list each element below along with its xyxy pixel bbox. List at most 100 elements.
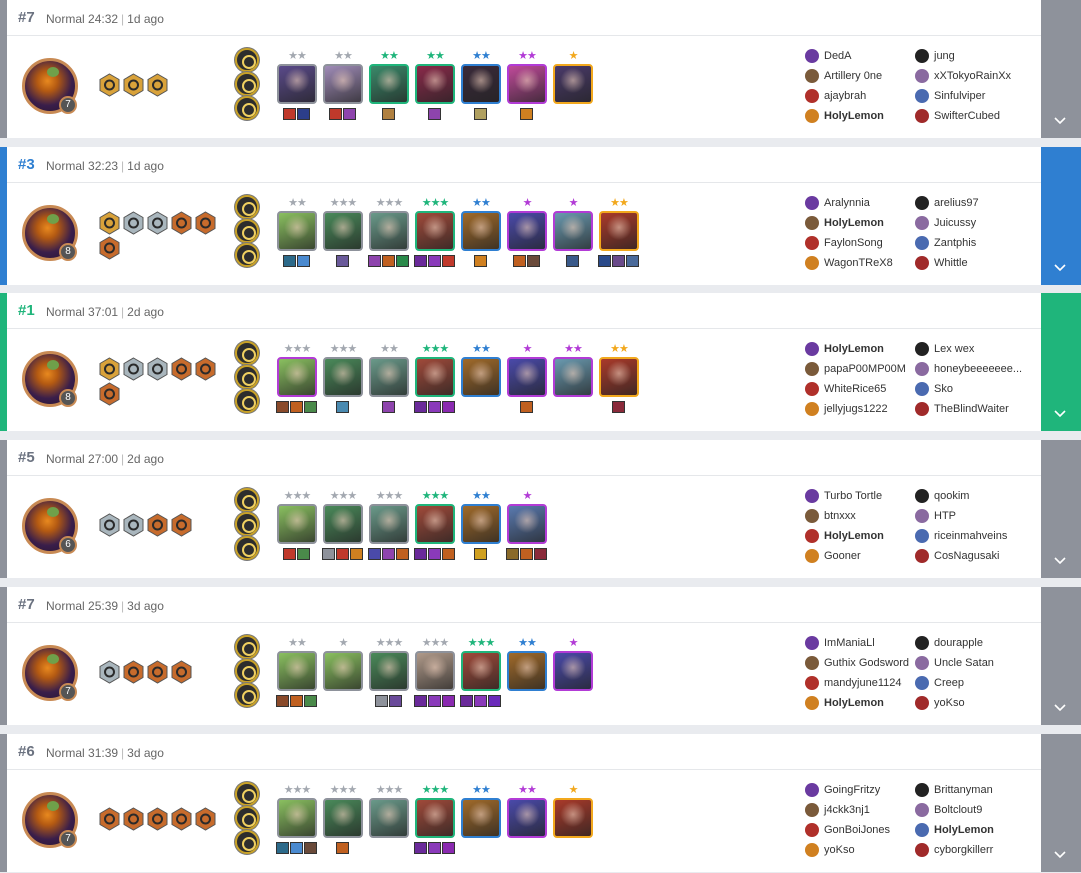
chevron-down-icon[interactable] [1052,846,1068,862]
bronze-hex-trait-icon[interactable] [123,660,144,684]
item-icon[interactable] [304,401,317,413]
item-icon[interactable] [414,548,427,560]
item-icon[interactable] [283,108,296,120]
lobby-player[interactable]: btnxxx [805,509,856,523]
item-icon[interactable] [283,255,296,267]
item-icon[interactable] [520,401,533,413]
item-icon[interactable] [322,548,335,560]
item-icon[interactable] [428,695,441,707]
item-icon[interactable] [276,695,289,707]
item-icon[interactable] [414,255,427,267]
item-icon[interactable] [442,401,455,413]
champion-portrait[interactable] [507,64,547,104]
lobby-player[interactable]: mandyjune1124 [805,676,901,690]
lobby-player[interactable]: CosNagusaki [915,549,999,563]
augment-icon[interactable] [235,341,259,365]
lobby-player[interactable]: TheBlindWaiter [915,402,1009,416]
lobby-player[interactable]: Juicussy [915,216,976,230]
champion-portrait[interactable] [415,651,455,691]
match-card[interactable]: #5 Normal 27:00 | 2d ago 6 ★★★ ★★★ ★★★ ★★★ ★★ ★ Tur… [0,440,1081,578]
augment-icon[interactable] [235,782,259,806]
lobby-player[interactable]: HolyLemon [805,216,884,230]
lobby-player[interactable]: WagonTReX8 [805,256,893,270]
champion-portrait[interactable] [461,504,501,544]
item-icon[interactable] [368,255,381,267]
champion-portrait[interactable] [277,651,317,691]
lobby-player[interactable]: Boltclout9 [915,803,982,817]
bronze-hex-trait-icon[interactable] [195,807,216,831]
lobby-player[interactable]: Guthix Godsword [805,656,909,670]
lobby-player[interactable]: papaP00MP00M [805,362,906,376]
bronze-hex-trait-icon[interactable] [171,807,192,831]
champion-portrait[interactable] [323,64,363,104]
augment-icon[interactable] [235,243,259,267]
gold-hex-trait-icon[interactable] [123,73,144,97]
champion-portrait[interactable] [461,798,501,838]
lobby-player[interactable]: Whittle [915,256,968,270]
item-icon[interactable] [442,255,455,267]
lobby-player[interactable]: xXTokyoRainXx [915,69,1011,83]
lobby-player[interactable]: qookim [915,489,969,503]
lobby-player[interactable]: HolyLemon [805,696,884,710]
lobby-player[interactable]: Sinfulviper [915,89,985,103]
item-icon[interactable] [343,108,356,120]
gold-hex-trait-icon[interactable] [99,211,120,235]
lobby-player[interactable]: HolyLemon [805,529,884,543]
champion-portrait[interactable] [553,357,593,397]
lobby-player[interactable]: Sko [915,382,953,396]
augment-icon[interactable] [235,72,259,96]
item-icon[interactable] [460,695,473,707]
match-card[interactable]: #7 Normal 25:39 | 3d ago 7 ★★ ★ ★★★ ★★★ ★★★ ★★ ★ ImM… [0,587,1081,725]
item-icon[interactable] [474,548,487,560]
item-icon[interactable] [534,548,547,560]
augment-icon[interactable] [235,48,259,72]
bronze-hex-trait-icon[interactable] [99,382,120,406]
item-icon[interactable] [442,695,455,707]
champion-portrait[interactable] [369,357,409,397]
item-icon[interactable] [329,108,342,120]
lobby-player[interactable]: yoKso [805,843,855,857]
bronze-hex-trait-icon[interactable] [147,807,168,831]
chevron-down-icon[interactable] [1052,405,1068,421]
champion-portrait[interactable] [369,64,409,104]
bronze-hex-trait-icon[interactable] [171,357,192,381]
item-icon[interactable] [442,842,455,854]
chevron-down-icon[interactable] [1052,699,1068,715]
item-icon[interactable] [290,695,303,707]
item-icon[interactable] [566,255,579,267]
item-icon[interactable] [520,548,533,560]
champion-portrait[interactable] [507,504,547,544]
augment-icon[interactable] [235,488,259,512]
augment-icon[interactable] [235,389,259,413]
item-icon[interactable] [276,401,289,413]
lobby-player[interactable]: DedA [805,49,852,63]
item-icon[interactable] [396,255,409,267]
lobby-player[interactable]: jellyjugs1222 [805,402,888,416]
champion-portrait[interactable] [507,651,547,691]
champion-portrait[interactable] [323,357,363,397]
lobby-player[interactable]: yoKso [915,696,965,710]
silver-hex-trait-icon[interactable] [123,211,144,235]
augment-icon[interactable] [235,365,259,389]
bronze-hex-trait-icon[interactable] [99,807,120,831]
item-icon[interactable] [414,401,427,413]
augment-icon[interactable] [235,536,259,560]
augment-icon[interactable] [235,96,259,120]
champion-portrait[interactable] [553,798,593,838]
match-card[interactable]: #7 Normal 24:32 | 1d ago 7 ★★ ★★ ★★ ★★ ★★ ★★ ★ DedA A… [0,0,1081,138]
item-icon[interactable] [513,255,526,267]
lobby-player[interactable]: ImManiaLl [805,636,875,650]
item-icon[interactable] [297,255,310,267]
lobby-player[interactable]: jung [915,49,955,63]
lobby-player[interactable]: Artillery 0ne [805,69,882,83]
lobby-player[interactable]: Uncle Satan [915,656,994,670]
champion-portrait[interactable] [369,211,409,251]
champion-portrait[interactable] [599,357,639,397]
item-icon[interactable] [396,548,409,560]
bronze-hex-trait-icon[interactable] [195,357,216,381]
silver-hex-trait-icon[interactable] [123,357,144,381]
lobby-player[interactable]: j4ckk3nj1 [805,803,870,817]
lobby-player[interactable]: Creep [915,676,964,690]
item-icon[interactable] [414,842,427,854]
silver-hex-trait-icon[interactable] [99,513,120,537]
